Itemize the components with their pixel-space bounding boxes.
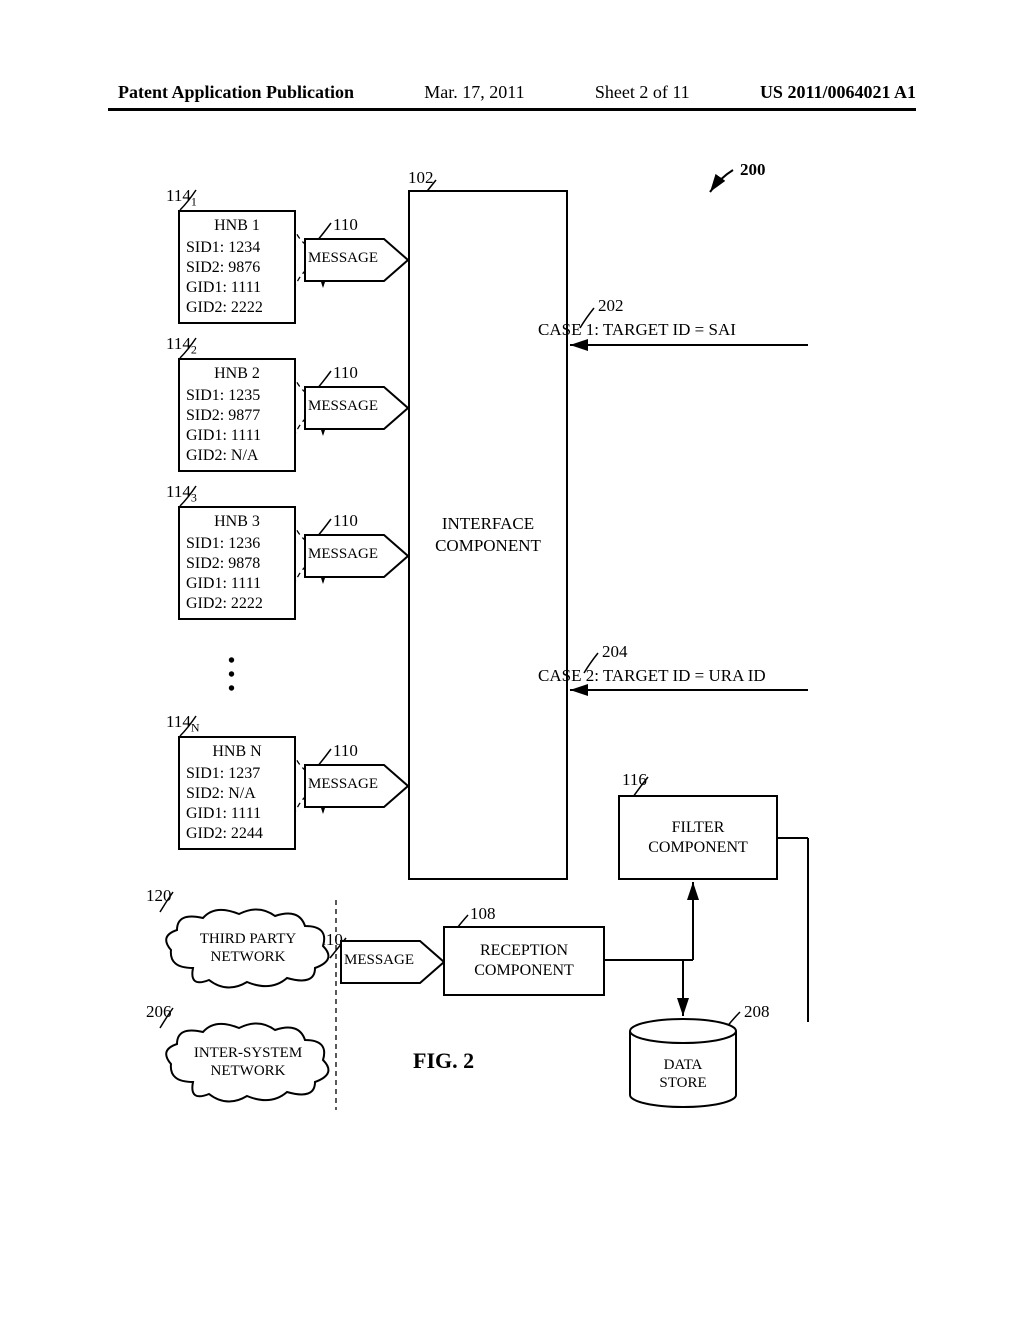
inter-system-network-label: INTER-SYSTEM NETWORK: [163, 1044, 333, 1080]
third-party-network-ref: 120: [146, 886, 172, 906]
page-header: Patent Application Publication Mar. 17, …: [0, 82, 1024, 103]
message-arrow-in: MESSAGE: [340, 940, 445, 984]
hnb-sid2: 9878: [228, 555, 260, 572]
hnb-gid2: 2222: [231, 299, 263, 316]
case2-text: CASE 2: TARGET ID = URA ID: [538, 666, 766, 686]
interface-component-ref: 102: [408, 168, 434, 188]
hnb-gid2: 2222: [231, 595, 263, 612]
hnb-box-2: HNB 2 SID1: 1235 SID2: 9877 GID1: 1111 G…: [178, 358, 296, 472]
message-arrow-n: MESSAGE: [304, 764, 409, 808]
hnb-title: HNB N: [180, 738, 294, 764]
figure-caption: FIG. 2: [413, 1048, 474, 1074]
hnb-gid1: 1111: [231, 427, 261, 444]
hnb-title: HNB 1: [180, 212, 294, 238]
hnb-gid1: 1111: [231, 279, 261, 296]
reception-component-ref: 108: [470, 904, 496, 924]
hnb-sid2: 9877: [228, 407, 260, 424]
hnb-ref-3: 1143: [166, 482, 197, 505]
figure-ref: 200: [740, 160, 766, 180]
inter-system-network-cloud: INTER-SYSTEM NETWORK: [163, 1022, 333, 1104]
hnb-gid2: 2244: [231, 825, 263, 842]
message-ref: 110: [333, 215, 358, 235]
case1-ref: 202: [598, 296, 624, 316]
hnb-box-3: HNB 3 SID1: 1236 SID2: 9878 GID1: 1111 G…: [178, 506, 296, 620]
message-arrow-3: MESSAGE: [304, 534, 409, 578]
hnb-sid1: 1235: [228, 387, 260, 404]
page: Patent Application Publication Mar. 17, …: [0, 0, 1024, 1320]
hnb-ref-1: 1141: [166, 186, 197, 209]
header-rule: [108, 108, 916, 111]
sheet-number: Sheet 2 of 11: [595, 82, 690, 103]
publication-date: Mar. 17, 2011: [424, 82, 524, 103]
hnb-sid1: 1237: [228, 765, 260, 782]
hnb-box-1: HNB 1 SID1: 1234 SID2: 9876 GID1: 1111 G…: [178, 210, 296, 324]
case1-text: CASE 1: TARGET ID = SAI: [538, 320, 736, 340]
third-party-network-cloud: THIRD PARTY NETWORK: [163, 908, 333, 990]
hnb-kv: SID1: 1234 SID2: 9876 GID1: 1111 GID2: 2…: [180, 238, 294, 322]
hnb-box-n: HNB N SID1: 1237 SID2: N/A GID1: 1111 GI…: [178, 736, 296, 850]
filter-component: FILTER COMPONENT: [618, 795, 778, 880]
figure-2: 200 INTERFACE COMPONENT 102 HNB 1 SID1: …: [108, 160, 916, 1160]
hnb-kv: SID1: 1237 SID2: N/A GID1: 1111 GID2: 22…: [180, 764, 294, 848]
hnb-title: HNB 3: [180, 508, 294, 534]
message-label: MESSAGE: [308, 250, 378, 267]
message-label: MESSAGE: [344, 952, 414, 969]
hnb-gid2: N/A: [231, 447, 259, 464]
hnb-sid1: 1234: [228, 239, 260, 256]
hnb-kv: SID1: 1235 SID2: 9877 GID1: 1111 GID2: N…: [180, 386, 294, 470]
message-ref: 110: [333, 511, 358, 531]
interface-component-label: INTERFACE COMPONENT: [435, 513, 541, 557]
publication-number: US 2011/0064021 A1: [760, 82, 916, 103]
hnb-sid2: N/A: [228, 785, 256, 802]
publication-label: Patent Application Publication: [118, 82, 354, 103]
message-label: MESSAGE: [308, 398, 378, 415]
reception-component: RECEPTION COMPONENT: [443, 926, 605, 996]
third-party-network-label: THIRD PARTY NETWORK: [163, 930, 333, 966]
filter-component-ref: 116: [622, 770, 647, 790]
inter-system-network-ref: 206: [146, 1002, 172, 1022]
message-label: MESSAGE: [308, 776, 378, 793]
data-store: DATA STORE: [628, 1018, 738, 1108]
hnb-title: HNB 2: [180, 360, 294, 386]
ellipsis-icon: •••: [228, 654, 235, 696]
hnb-ref-n: 114N: [166, 712, 200, 735]
message-ref: 110: [333, 363, 358, 383]
filter-component-label: FILTER COMPONENT: [648, 818, 748, 858]
interface-component: INTERFACE COMPONENT: [408, 190, 568, 880]
hnb-sid2: 9876: [228, 259, 260, 276]
hnb-gid1: 1111: [231, 805, 261, 822]
message-label: MESSAGE: [308, 546, 378, 563]
case2-ref: 204: [602, 642, 628, 662]
hnb-ref-2: 1142: [166, 334, 197, 357]
hnb-kv: SID1: 1236 SID2: 9878 GID1: 1111 GID2: 2…: [180, 534, 294, 618]
data-store-ref: 208: [744, 1002, 770, 1022]
data-store-label: DATA STORE: [628, 1056, 738, 1092]
message-arrow-2: MESSAGE: [304, 386, 409, 430]
message-arrow-1: MESSAGE: [304, 238, 409, 282]
reception-component-label: RECEPTION COMPONENT: [474, 941, 574, 981]
message-ref: 110: [333, 741, 358, 761]
hnb-sid1: 1236: [228, 535, 260, 552]
hnb-gid1: 1111: [231, 575, 261, 592]
